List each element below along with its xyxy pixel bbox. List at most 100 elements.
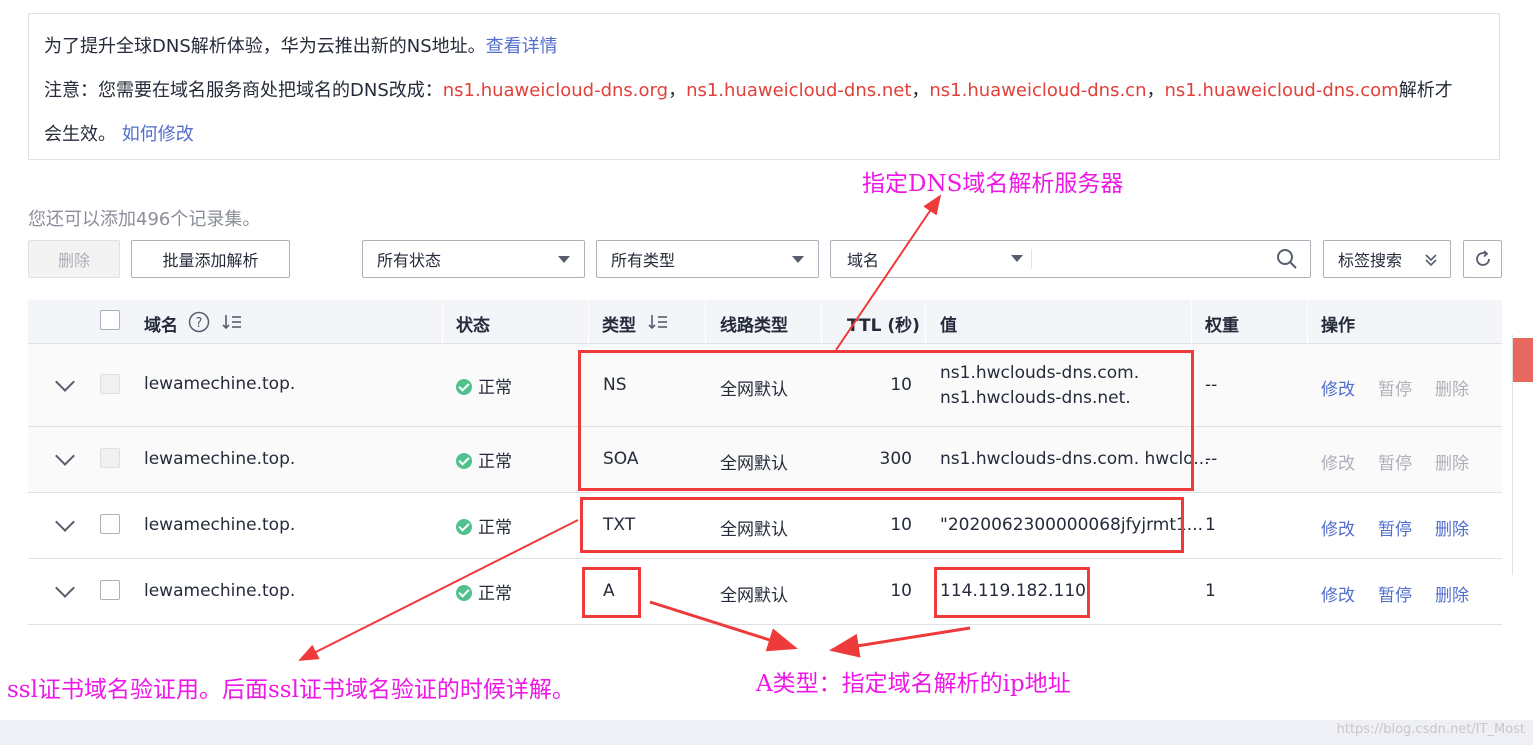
chevron-down-icon[interactable] <box>55 578 75 598</box>
sort-icon[interactable] <box>648 313 668 331</box>
highlight-box-ns-soa <box>578 350 1194 491</box>
record-status: 正常 <box>456 579 512 604</box>
record-ttl: 10 <box>890 581 912 601</box>
record-line: 全网默认 <box>720 586 788 606</box>
check-circle-icon <box>456 519 472 535</box>
row-checkbox <box>100 374 120 394</box>
table-row: lewamechine.top. 正常 A 全网默认 10 114.119.18… <box>28 559 1502 625</box>
view-details-link[interactable]: 查看详情 <box>486 36 558 57</box>
delete-link[interactable]: 删除 <box>1435 375 1469 400</box>
ns-annotation: 指定DNS域名解析服务器 <box>862 171 1124 197</box>
notice-text: 为了提升全球DNS解析体验，华为云推出新的NS地址。 <box>44 36 486 57</box>
ns-server-cn: ns1.huaweicloud-dns.cn <box>929 80 1147 101</box>
header-domain-label: 域名 <box>144 316 178 336</box>
highlight-box-a-type <box>582 567 641 618</box>
ns-notice-panel: 为了提升全球DNS解析体验，华为云推出新的NS地址。查看详情 注意：您需要在域名… <box>28 13 1500 160</box>
header-domain[interactable]: 域名 <box>144 311 178 336</box>
delete-button[interactable]: 删除 <box>28 240 120 278</box>
floating-sidebar <box>1512 335 1533 575</box>
header-value: 值 <box>940 316 957 336</box>
highlight-box-txt <box>580 497 1184 553</box>
record-status: 正常 <box>456 447 512 472</box>
pause-link[interactable]: 暂停 <box>1378 375 1412 400</box>
record-domain[interactable]: lewamechine.top. <box>144 581 295 601</box>
notice-prefix: 注意：您需要在域名服务商处把域名的DNS改成： <box>44 80 443 101</box>
double-chevron-down-icon <box>1425 254 1437 267</box>
pause-link[interactable]: 暂停 <box>1378 449 1412 474</box>
status-text: 正常 <box>478 518 512 538</box>
batch-add-button[interactable]: 批量添加解析 <box>131 240 290 278</box>
refresh-icon <box>1475 250 1490 266</box>
delete-link[interactable]: 删除 <box>1435 515 1469 540</box>
chevron-down-icon[interactable] <box>55 446 75 466</box>
ns-server-org: ns1.huaweicloud-dns.org <box>442 80 669 101</box>
header-status: 状态 <box>456 316 490 336</box>
refresh-button[interactable] <box>1463 240 1502 278</box>
select-all-checkbox[interactable] <box>100 310 120 330</box>
record-domain[interactable]: lewamechine.top. <box>144 515 295 535</box>
edit-link[interactable]: 修改 <box>1321 515 1355 540</box>
caret-down-icon <box>558 256 570 263</box>
notice-effect-text: 会生效。 <box>44 124 116 145</box>
status-text: 正常 <box>478 452 512 472</box>
chevron-down-icon[interactable] <box>55 372 75 392</box>
header-ttl: TTL (秒) <box>847 316 920 336</box>
header-actions: 操作 <box>1321 316 1355 336</box>
a-record-annotation: A类型：指定域名解析的ip地址 <box>756 671 1071 697</box>
search-icon[interactable] <box>1276 248 1298 270</box>
arrow-a-value <box>829 626 971 658</box>
record-weight: 1 <box>1205 581 1216 601</box>
type-select-value: 所有类型 <box>611 251 676 270</box>
notice-suffix: 解析才 <box>1398 80 1453 101</box>
separator: ， <box>1146 80 1165 101</box>
row-checkbox[interactable] <box>100 580 120 600</box>
search-field-value: 域名 <box>847 251 880 270</box>
column-divider <box>442 300 443 344</box>
table-header: 域名 ? 状态 类型 线路类型 TTL (秒) 值 权重 操作 <box>28 300 1502 344</box>
row-checkbox[interactable] <box>100 514 120 534</box>
column-divider <box>1191 300 1192 344</box>
help-icon[interactable]: ? <box>188 311 210 333</box>
delete-link[interactable]: 删除 <box>1435 581 1469 606</box>
notice-line-1: 为了提升全球DNS解析体验，华为云推出新的NS地址。查看详情 <box>44 32 558 58</box>
search-box: 域名 <box>830 240 1311 278</box>
search-input[interactable] <box>1037 245 1261 275</box>
tag-search-select[interactable]: 标签搜索 <box>1323 240 1451 278</box>
status-text: 正常 <box>478 584 512 604</box>
pause-link[interactable]: 暂停 <box>1378 515 1412 540</box>
row-checkbox <box>100 448 120 468</box>
type-select[interactable]: 所有类型 <box>596 240 819 278</box>
txt-annotation: ssl证书域名验证用。后面ssl证书域名验证的时候详解。 <box>7 677 575 703</box>
search-field-select[interactable]: 域名 <box>831 241 1031 277</box>
caret-down-icon <box>1011 255 1023 262</box>
edit-link[interactable]: 修改 <box>1321 581 1355 606</box>
separator: ， <box>911 80 930 101</box>
tag-search-label: 标签搜索 <box>1338 251 1403 270</box>
record-domain[interactable]: lewamechine.top. <box>144 449 295 469</box>
header-type[interactable]: 类型 <box>602 311 636 336</box>
highlight-box-a-value <box>934 567 1090 618</box>
status-text: 正常 <box>478 378 512 398</box>
chevron-down-icon[interactable] <box>55 512 75 532</box>
how-to-modify-link[interactable]: 如何修改 <box>122 124 194 145</box>
status-select[interactable]: 所有状态 <box>362 240 585 278</box>
record-domain[interactable]: lewamechine.top. <box>144 374 295 394</box>
edit-link[interactable]: 修改 <box>1321 449 1355 474</box>
delete-link[interactable]: 删除 <box>1435 449 1469 474</box>
svg-text:?: ? <box>196 316 203 331</box>
status-select-value: 所有状态 <box>377 251 442 270</box>
column-divider <box>925 300 926 344</box>
column-divider <box>1307 300 1308 344</box>
feedback-tab[interactable] <box>1513 338 1533 382</box>
record-quota-text: 您还可以添加496个记录集。 <box>28 209 261 230</box>
header-weight: 权重 <box>1205 316 1239 336</box>
record-weight: 1 <box>1205 515 1216 535</box>
notice-line-2: 注意：您需要在域名服务商处把域名的DNS改成：ns1.huaweicloud-d… <box>44 76 1453 102</box>
ns-server-net: ns1.huaweicloud-dns.net <box>686 80 912 101</box>
sort-icon[interactable] <box>222 313 242 331</box>
ns-server-com: ns1.huaweicloud-dns.com <box>1164 80 1399 101</box>
edit-link[interactable]: 修改 <box>1321 375 1355 400</box>
column-divider <box>705 300 706 344</box>
watermark: https://blog.csdn.net/IT_Most <box>1336 722 1525 737</box>
pause-link[interactable]: 暂停 <box>1378 581 1412 606</box>
